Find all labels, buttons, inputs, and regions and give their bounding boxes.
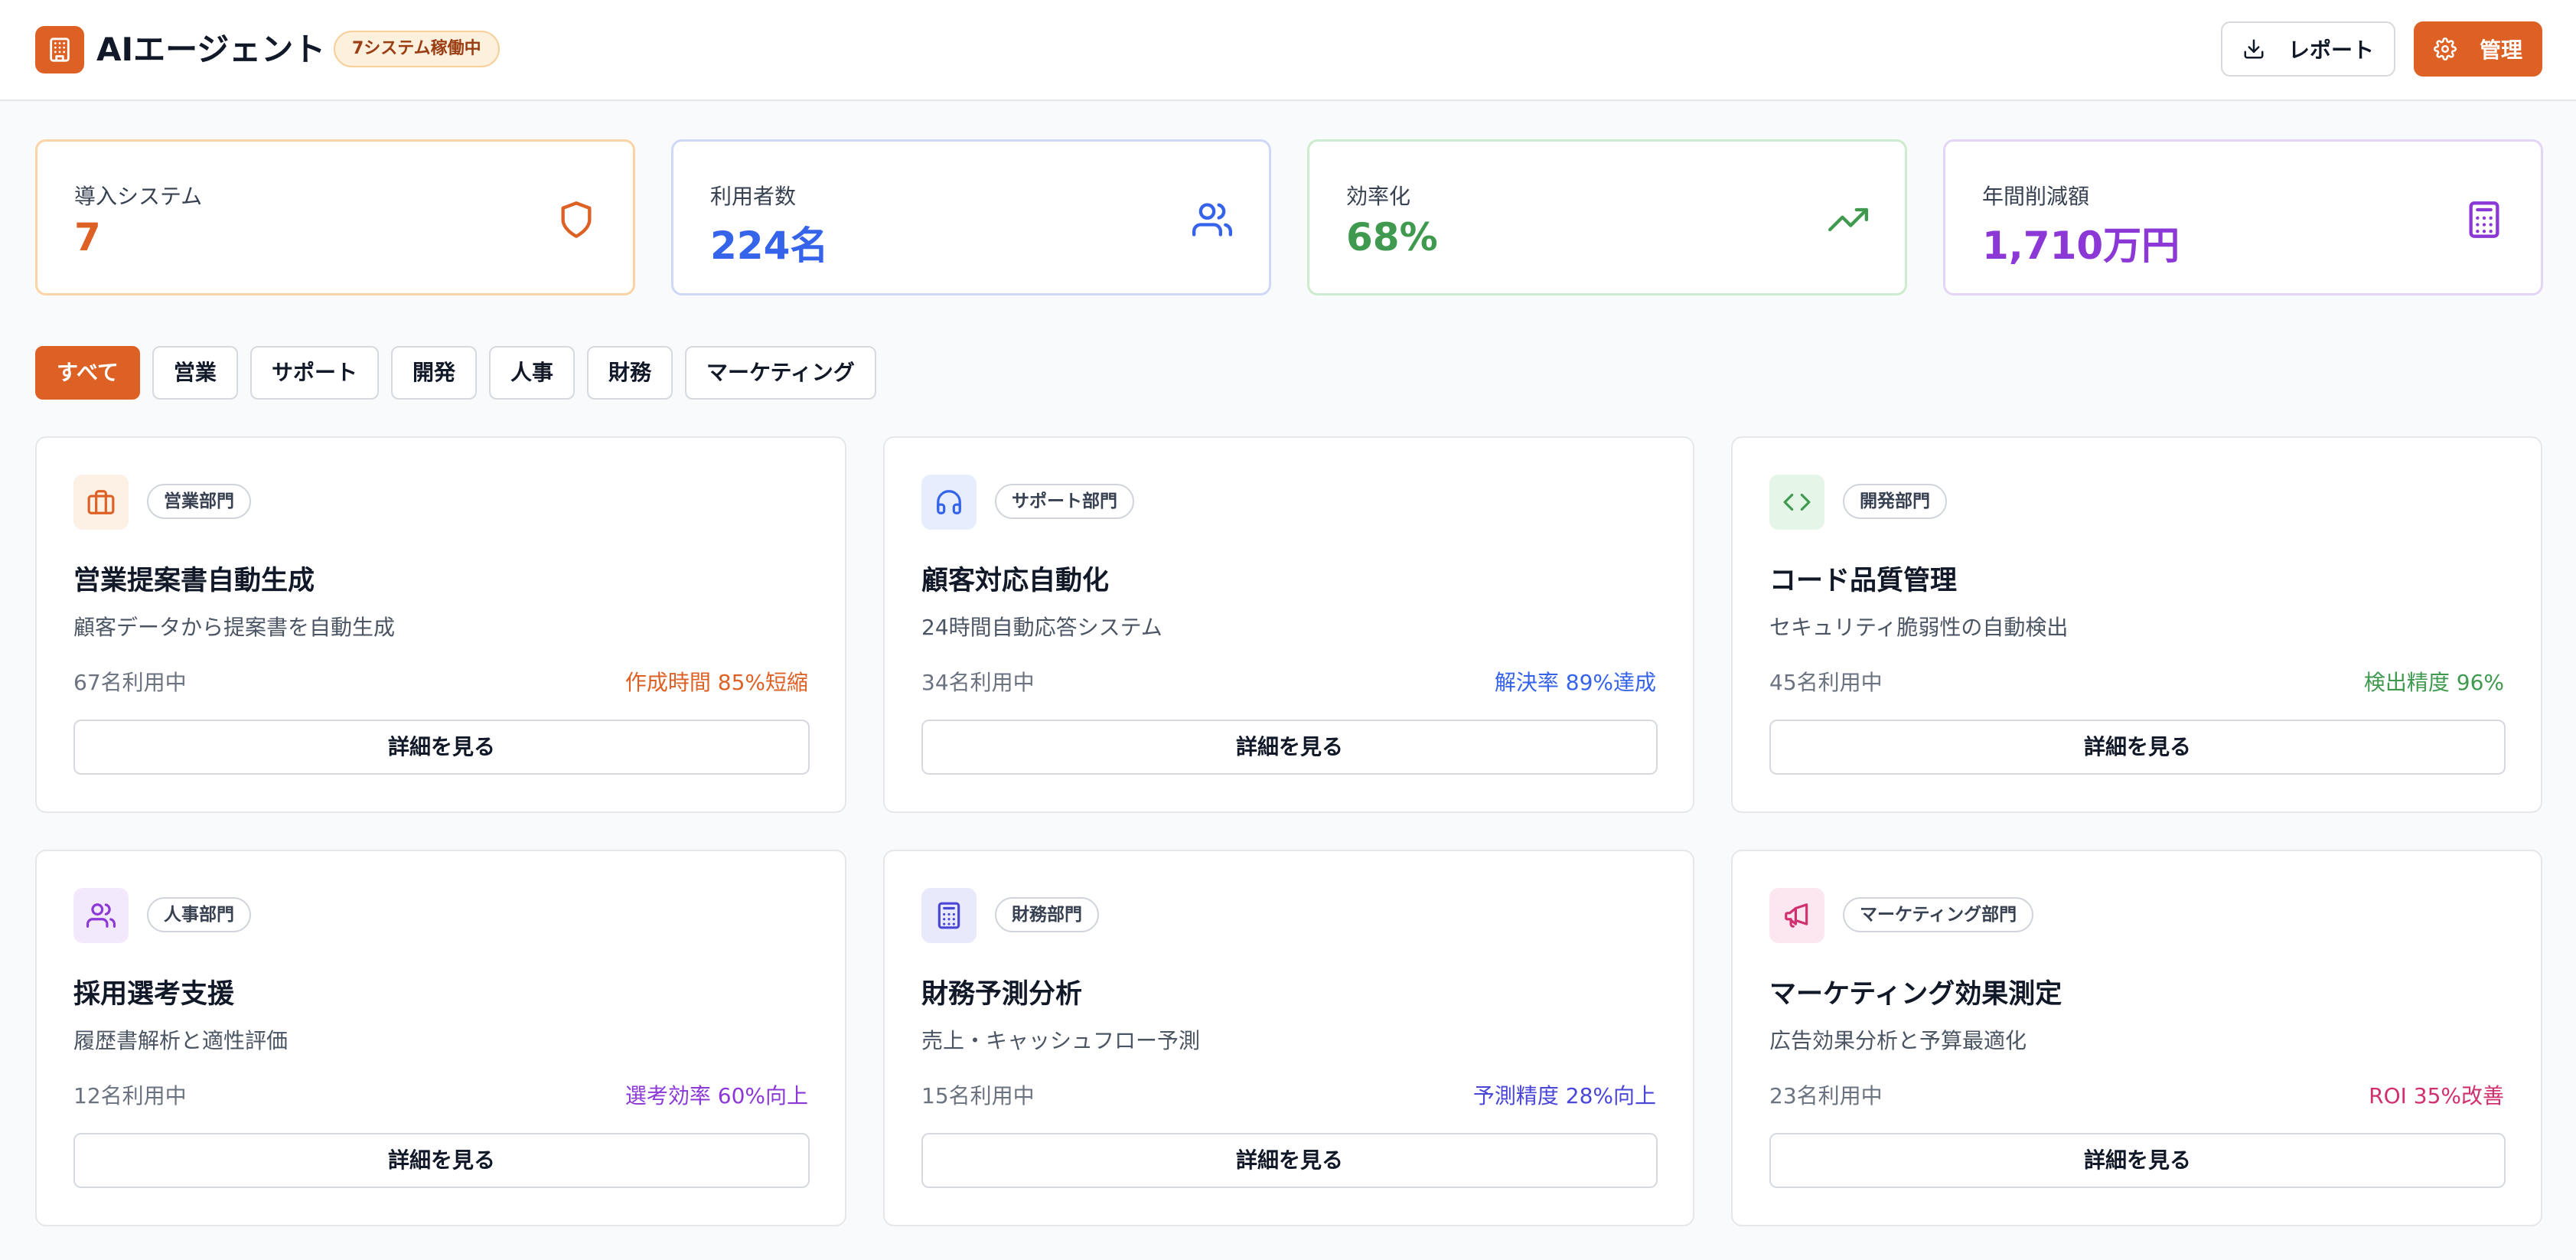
- report-button[interactable]: レポート: [2221, 21, 2395, 77]
- stat-label: 効率化: [1346, 184, 1411, 209]
- users-icon: [73, 888, 129, 943]
- agent-metric: 選考効率 60%向上: [624, 1083, 808, 1108]
- agent-card-support: サポート部門 顧客対応自動化 24時間自動応答システム 34名利用中 解決率 8…: [883, 436, 1694, 813]
- filter-tab-sales[interactable]: 営業: [152, 346, 238, 400]
- stat-card-systems: 導入システム 7: [35, 139, 635, 295]
- code-icon: [1769, 475, 1824, 530]
- agent-title: 顧客対応自動化: [921, 566, 1110, 596]
- filter-tabs: すべて 営業 サポート 開発 人事 財務 マーケティング: [35, 346, 876, 400]
- megaphone-icon: [1769, 888, 1824, 943]
- agent-description: セキュリティ脆弱性の自動検出: [1769, 615, 2069, 640]
- calculator-icon: [2464, 200, 2504, 240]
- agent-metric: 作成時間 85%短縮: [624, 670, 808, 695]
- details-button[interactable]: 詳細を見る: [1769, 720, 2506, 775]
- shield-icon: [556, 200, 596, 240]
- agent-card-finance: 財務部門 財務予測分析 売上・キャッシュフロー予測 15名利用中 予測精度 28…: [883, 850, 1694, 1226]
- top-header: AIエージェント 7システム稼働中 レポート 管理: [0, 0, 2576, 101]
- dept-badge: マーケティング部門: [1843, 897, 2034, 932]
- agent-description: 顧客データから提案書を自動生成: [73, 615, 396, 640]
- agent-title: 営業提案書自動生成: [73, 566, 315, 596]
- dept-badge: 営業部門: [147, 484, 251, 519]
- stat-card-savings: 年間削減額 1,710万円: [1943, 139, 2543, 295]
- agent-title: 財務予測分析: [921, 979, 1083, 1010]
- stat-value: 1,710万円: [1982, 224, 2180, 268]
- dept-badge: 人事部門: [147, 897, 251, 932]
- filter-tab-support[interactable]: サポート: [249, 346, 379, 400]
- agent-metric: 解決率 89%達成: [1494, 670, 1656, 695]
- stat-label: 年間削減額: [1982, 184, 2090, 209]
- agent-users: 15名利用中: [921, 1083, 1035, 1108]
- agent-title: コード品質管理: [1769, 566, 1958, 596]
- agent-users: 34名利用中: [921, 670, 1035, 695]
- filter-tab-hr[interactable]: 人事: [488, 346, 575, 400]
- calculator-icon: [921, 888, 977, 943]
- status-badge: 7システム稼働中: [334, 31, 500, 67]
- agent-description: 売上・キャッシュフロー予測: [921, 1028, 1201, 1053]
- dept-badge: 開発部門: [1843, 484, 1947, 519]
- agent-description: 履歴書解析と適性評価: [73, 1028, 289, 1053]
- gear-icon: [2434, 38, 2457, 60]
- agent-card-marketing: マーケティング部門 マーケティング効果測定 広告効果分析と予算最適化 23名利用…: [1731, 850, 2542, 1226]
- agent-users: 12名利用中: [73, 1083, 187, 1108]
- stat-value: 7: [74, 215, 101, 260]
- agent-title: マーケティング効果測定: [1769, 979, 2062, 1010]
- stat-value: 68%: [1346, 215, 1438, 260]
- agent-card-dev: 開発部門 コード品質管理 セキュリティ脆弱性の自動検出 45名利用中 検出精度 …: [1731, 436, 2542, 813]
- stat-label: 導入システム: [74, 184, 203, 209]
- filter-tab-dev[interactable]: 開発: [390, 346, 477, 400]
- users-icon: [1192, 200, 1232, 240]
- details-button[interactable]: 詳細を見る: [921, 720, 1658, 775]
- dept-badge: 財務部門: [995, 897, 1099, 932]
- stat-card-users: 利用者数 224名: [671, 139, 1271, 295]
- details-button[interactable]: 詳細を見る: [921, 1133, 1658, 1188]
- briefcase-icon: [73, 475, 129, 530]
- filter-tab-all[interactable]: すべて: [35, 346, 140, 400]
- agent-metric: 予測精度 28%向上: [1472, 1083, 1656, 1108]
- details-button[interactable]: 詳細を見る: [73, 720, 810, 775]
- stat-value: 224名: [710, 224, 829, 268]
- filter-tab-finance[interactable]: 財務: [586, 346, 673, 400]
- building-icon: [35, 26, 84, 73]
- filter-tab-marketing[interactable]: マーケティング: [685, 346, 876, 400]
- details-button[interactable]: 詳細を見る: [73, 1133, 810, 1188]
- admin-button-label: 管理: [2479, 38, 2522, 63]
- agent-description: 広告効果分析と予算最適化: [1769, 1028, 2027, 1053]
- agent-metric: 検出精度 96%: [2363, 670, 2504, 695]
- download-icon: [2242, 38, 2265, 60]
- agent-description: 24時間自動応答システム: [921, 615, 1162, 640]
- trending-up-icon: [1828, 200, 1868, 240]
- stat-card-efficiency: 効率化 68%: [1307, 139, 1907, 295]
- agent-card-sales: 営業部門 営業提案書自動生成 顧客データから提案書を自動生成 67名利用中 作成…: [35, 436, 846, 813]
- report-button-label: レポート: [2287, 38, 2374, 63]
- details-button[interactable]: 詳細を見る: [1769, 1133, 2506, 1188]
- admin-button[interactable]: 管理: [2414, 21, 2542, 77]
- agent-users: 67名利用中: [73, 670, 187, 695]
- headphones-icon: [921, 475, 977, 530]
- agent-title: 採用選考支援: [73, 979, 235, 1010]
- agent-users: 23名利用中: [1769, 1083, 1883, 1108]
- dept-badge: サポート部門: [995, 484, 1134, 519]
- agent-users: 45名利用中: [1769, 670, 1883, 695]
- stat-label: 利用者数: [710, 184, 797, 209]
- agent-card-hr: 人事部門 採用選考支援 履歴書解析と適性評価 12名利用中 選考効率 60%向上…: [35, 850, 846, 1226]
- app-title: AIエージェント: [96, 31, 326, 68]
- agent-metric: ROI 35%改善: [2369, 1083, 2504, 1108]
